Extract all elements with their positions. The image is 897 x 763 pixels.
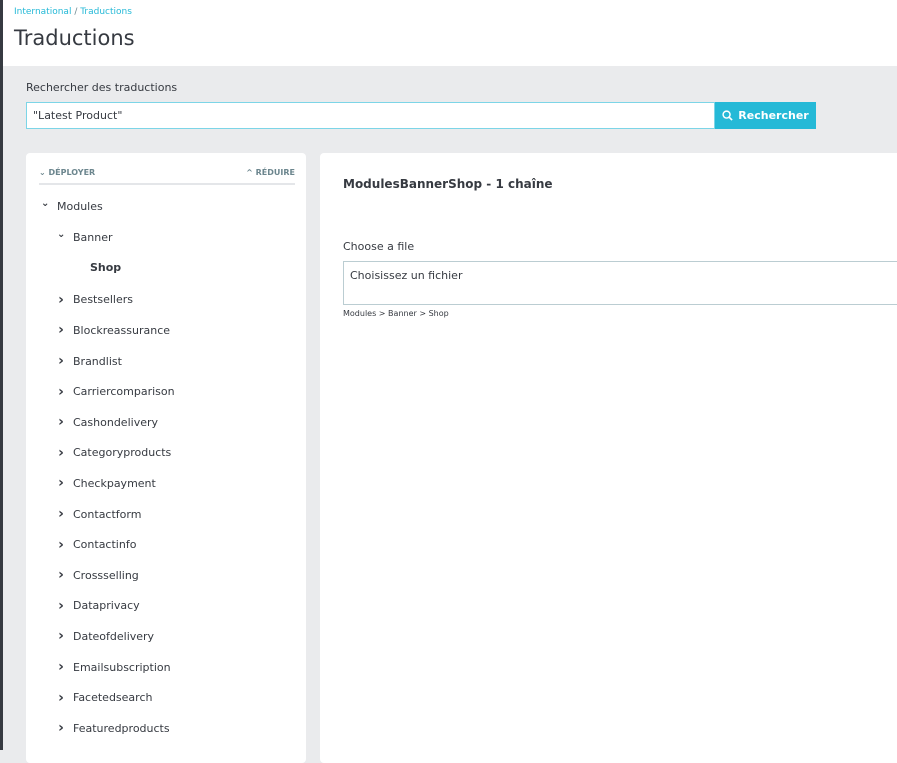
tree-item-label: Emailsubscription — [73, 660, 171, 674]
expand-label: DÉPLOYER — [48, 168, 96, 177]
tree-item-label: Contactinfo — [73, 538, 137, 552]
tree-item[interactable]: › Categoryproducts — [57, 445, 171, 461]
translation-path: Modules > Banner > Shop — [343, 309, 449, 318]
tree-item[interactable]: › Blockreassurance — [57, 322, 170, 338]
tree-item[interactable]: › Carriercomparison — [57, 384, 175, 400]
collapse-label: RÉDUIRE — [255, 168, 295, 177]
tree-item-label: Blockreassurance — [73, 323, 171, 337]
chevron-up-icon: ^ — [246, 168, 256, 177]
tree-item-label: Dataprivacy — [73, 599, 140, 613]
tree-item-label: Contactform — [73, 507, 142, 521]
tree-item[interactable]: › Contactinfo — [57, 537, 136, 553]
tree-controls: ⌄ DÉPLOYER ^ RÉDUIRE — [39, 168, 295, 185]
tree-item-label: Cashondelivery — [73, 415, 158, 429]
translation-tree: ⌄ DÉPLOYER ^ RÉDUIRE ⌄ Modules ⌄ Banner Shop… — [26, 153, 306, 763]
tree-item[interactable]: › Bestsellers — [57, 292, 133, 308]
chevron-right-icon[interactable]: › — [57, 353, 65, 369]
translation-panel: ModulesBannerShop - 1 chaîne Choose a fi… — [320, 153, 897, 763]
page-title: Traductions — [14, 26, 135, 50]
chevron-down-icon[interactable]: ⌄ — [41, 198, 49, 209]
search-button-label: Rechercher — [738, 109, 809, 122]
tree-item[interactable]: › Contactform — [57, 506, 141, 522]
tree-item-label: Categoryproducts — [73, 446, 172, 460]
chevron-right-icon[interactable]: › — [57, 720, 65, 736]
tree-item[interactable]: Shop — [90, 261, 121, 274]
page-header: International / Traductions Traductions — [3, 0, 897, 66]
chevron-right-icon[interactable]: › — [57, 537, 65, 553]
search-icon — [722, 110, 733, 121]
tree-item-label: Bestsellers — [73, 293, 133, 307]
chevron-right-icon[interactable]: › — [57, 567, 65, 583]
tree-item[interactable]: › Crossselling — [57, 567, 139, 583]
tree-item[interactable]: › Cashondelivery — [57, 414, 158, 430]
tree-item-label: Dateofdelivery — [73, 629, 155, 643]
source-string: Choose a file — [343, 240, 415, 253]
search-label: Rechercher des traductions — [26, 81, 178, 94]
chevron-right-icon[interactable]: › — [57, 628, 65, 644]
chevron-right-icon[interactable]: › — [57, 322, 65, 338]
domain-title: ModulesBannerShop - 1 chaîne — [343, 177, 553, 191]
breadcrumb-traductions[interactable]: Traductions — [80, 7, 132, 17]
tree-item[interactable]: › Checkpayment — [57, 475, 156, 491]
tree-item[interactable]: › Featuredproducts — [57, 720, 170, 736]
tree-item[interactable]: › Emailsubscription — [57, 659, 171, 675]
tree-item-label: Crossselling — [73, 568, 139, 582]
translation-textarea[interactable]: Choisissez un fichier — [343, 261, 897, 305]
tree-item-label: Shop — [90, 261, 122, 275]
breadcrumb: International / Traductions — [14, 7, 132, 17]
chevron-right-icon[interactable]: › — [57, 445, 65, 461]
tree-item[interactable]: › Dataprivacy — [57, 598, 140, 614]
tree-item[interactable]: › Brandlist — [57, 353, 122, 369]
expand-all-button[interactable]: ⌄ DÉPLOYER — [39, 168, 95, 183]
tree-item-label: Facetedsearch — [73, 691, 153, 705]
chevron-right-icon[interactable]: › — [57, 384, 65, 400]
chevron-right-icon[interactable]: › — [57, 475, 65, 491]
chevron-down-icon: ⌄ — [39, 168, 49, 177]
tree-item-label: Brandlist — [73, 354, 122, 368]
chevron-right-icon[interactable]: › — [57, 414, 65, 430]
chevron-right-icon[interactable]: › — [57, 506, 65, 522]
tree-item-label: Featuredproducts — [73, 721, 170, 735]
search-input[interactable] — [26, 102, 715, 129]
chevron-right-icon[interactable]: › — [57, 598, 65, 614]
tree-item-label: Banner — [73, 230, 113, 244]
sidebar-edge — [0, 0, 3, 750]
tree-item[interactable]: › Facetedsearch — [57, 690, 152, 706]
tree-item-label: Checkpayment — [73, 476, 156, 490]
chevron-down-icon[interactable]: ⌄ — [57, 229, 65, 240]
tree-item[interactable]: ⌄ Modules — [41, 198, 103, 213]
tree-item-label: Carriercomparison — [73, 385, 175, 399]
breadcrumb-separator: / — [71, 7, 81, 17]
tree-item-label: Modules — [57, 200, 103, 213]
collapse-all-button[interactable]: ^ RÉDUIRE — [246, 168, 295, 183]
tree-item[interactable]: ⌄ Banner — [57, 229, 113, 244]
chevron-right-icon[interactable]: › — [57, 659, 65, 675]
chevron-right-icon[interactable]: › — [57, 690, 65, 706]
tree-item[interactable]: › Dateofdelivery — [57, 628, 154, 644]
search-button[interactable]: Rechercher — [715, 102, 816, 129]
chevron-right-icon[interactable]: › — [57, 292, 65, 308]
breadcrumb-international[interactable]: International — [14, 7, 71, 17]
